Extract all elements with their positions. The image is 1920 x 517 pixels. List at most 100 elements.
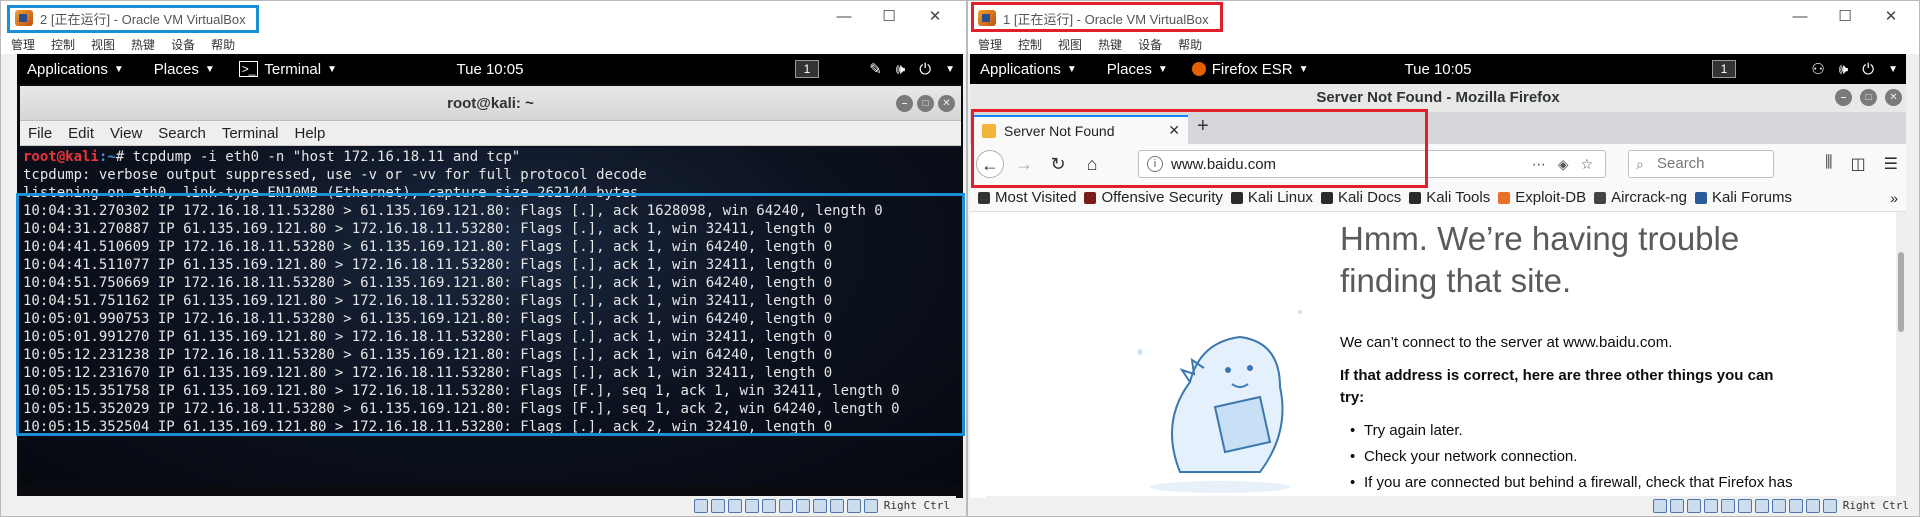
places-menu[interactable]: Places ▼ [1107,61,1168,78]
app-label: Terminal [264,60,322,78]
prompt-command: # tcpdump -i eth0 -n "host 172.16.18.11 … [115,149,521,165]
menu-view[interactable]: View [110,125,142,142]
kali-dragon-icon [1409,191,1422,204]
menu-manage[interactable]: 管理 [11,36,35,53]
search-input[interactable]: ⌕ Search [1628,150,1774,178]
audio-icon[interactable] [727,498,742,513]
display-icon[interactable] [1754,498,1769,513]
error-heading: Hmm. We’re having trouble finding that s… [1340,220,1740,299]
menu-help[interactable]: 帮助 [1178,36,1202,53]
menu-terminal[interactable]: Terminal [222,125,279,142]
applications-menu[interactable]: Applications ▼ [980,61,1077,78]
terminal-app-menu[interactable]: >_ Terminal ▼ [238,60,337,78]
menu-help[interactable]: 帮助 [211,36,235,53]
bookmark-aircrack-ng[interactable]: Aircrack-ng [1594,189,1687,206]
menu-hotkey[interactable]: 热键 [131,36,155,53]
menu-devices[interactable]: 设备 [1138,36,1162,53]
disk-icon[interactable] [693,498,708,513]
maximize-icon[interactable]: ☐ [1835,7,1855,27]
exploit-db-icon [1498,191,1511,204]
menu-hotkey[interactable]: 热键 [1098,36,1122,53]
menu-view[interactable]: 视图 [91,36,115,53]
firefox-app-menu[interactable]: Firefox ESR ▼ [1191,61,1309,78]
system-tray[interactable]: ⚇ 🕪 ⏻ ▼ [1811,60,1898,79]
firefox-titlebar[interactable]: Server Not Found - Mozilla Firefox – □ ✕ [970,84,1906,112]
minimize-icon[interactable]: – [1835,89,1852,106]
network-icon[interactable] [744,498,759,513]
chevron-right-icon[interactable]: » [1890,190,1898,206]
cpu-icon[interactable] [1788,498,1803,513]
chevron-down-icon: ▼ [204,63,215,75]
keyboard-icon[interactable] [1822,498,1837,513]
page-scrollbar[interactable] [1896,212,1906,498]
bookmark-exploit-db[interactable]: Exploit-DB [1498,189,1586,206]
chevron-down-icon: ▼ [1298,63,1309,75]
optical-drive-icon[interactable] [1669,498,1684,513]
shared-folder-icon[interactable] [1737,498,1752,513]
pocket-icon[interactable]: ◈ [1558,156,1573,172]
workspace-indicator[interactable]: 1 [1712,60,1736,78]
shared-folder-icon[interactable] [778,498,793,513]
terminal-titlebar[interactable]: root@kali: ~ – □ ✕ [20,86,961,121]
firefox-icon [1191,62,1206,76]
bookmark-kali-docs[interactable]: Kali Docs [1320,189,1402,206]
bookmark-kali-linux[interactable]: Kali Linux [1230,189,1313,206]
menu-help[interactable]: Help [295,125,326,142]
usb-icon[interactable] [761,498,776,513]
menu-file[interactable]: File [28,125,52,142]
volume-icon: 🕪 [1838,60,1849,78]
bookmark-offensive-security[interactable]: Offensive Security [1084,189,1223,206]
menu-view[interactable]: 视图 [1058,36,1082,53]
library-icon[interactable]: ⫼ [1825,154,1832,174]
places-menu[interactable]: Places ▼ [154,61,215,78]
prompt-path: :~ [98,149,116,165]
maximize-icon[interactable]: □ [1860,89,1877,106]
cpu-icon[interactable] [829,498,844,513]
sidebar-icon[interactable]: ◫ [1851,154,1866,174]
disk-icon[interactable] [1652,498,1667,513]
maximize-icon[interactable]: ☐ [879,7,899,27]
audio-icon[interactable] [1686,498,1701,513]
menu-search[interactable]: Search [158,125,206,142]
menu-control[interactable]: 控制 [1018,36,1042,53]
terminal-line: tcpdump: verbose output suppressed, use … [23,167,647,183]
bookmark-most-visited[interactable]: Most Visited [978,189,1076,206]
minimize-icon[interactable]: — [1790,7,1810,27]
usb-icon[interactable] [1720,498,1735,513]
recording-icon[interactable] [812,498,827,513]
bookmark-kali-forums[interactable]: Kali Forums [1694,189,1792,206]
more-actions-icon[interactable]: ⋯ [1532,156,1550,172]
workspace-indicator[interactable]: 1 [795,60,819,78]
network-icon[interactable] [1703,498,1718,513]
applications-menu[interactable]: Applications ▼ [27,61,124,78]
close-icon[interactable]: ✕ [1881,7,1901,27]
places-label: Places [1106,60,1152,78]
mouse-integration-icon[interactable] [1805,498,1820,513]
volume-icon: 🕪 [895,60,906,78]
suggestion-item: Check your network connection. [1350,446,1800,468]
menu-control[interactable]: 控制 [51,36,75,53]
minimize-icon[interactable]: – [896,95,913,112]
recording-icon[interactable] [1771,498,1786,513]
menu-edit[interactable]: Edit [68,125,94,142]
mouse-integration-icon[interactable] [846,498,861,513]
bookmark-label: Kali Docs [1337,189,1402,206]
keyboard-icon[interactable] [863,498,878,513]
display-icon[interactable] [795,498,810,513]
system-tray[interactable]: ✎ 🕪 ⏻ ▼ [869,60,955,79]
clock[interactable]: Tue 10:05 [457,61,524,78]
minimize-icon[interactable]: — [834,7,854,27]
close-icon[interactable]: ✕ [925,7,945,27]
hamburger-menu-icon[interactable]: ☰ [1884,154,1898,174]
optical-drive-icon[interactable] [710,498,725,513]
menu-devices[interactable]: 设备 [171,36,195,53]
clock[interactable]: Tue 10:05 [1405,61,1472,78]
maximize-icon[interactable]: □ [917,95,934,112]
scrollbar-thumb[interactable] [1898,252,1904,332]
bookmark-label: Kali Linux [1247,189,1313,206]
menu-manage[interactable]: 管理 [978,36,1002,53]
bookmark-kali-tools[interactable]: Kali Tools [1409,189,1490,206]
close-icon[interactable]: ✕ [938,95,955,112]
bookmark-star-icon[interactable]: ☆ [1580,156,1597,172]
close-icon[interactable]: ✕ [1885,89,1902,106]
